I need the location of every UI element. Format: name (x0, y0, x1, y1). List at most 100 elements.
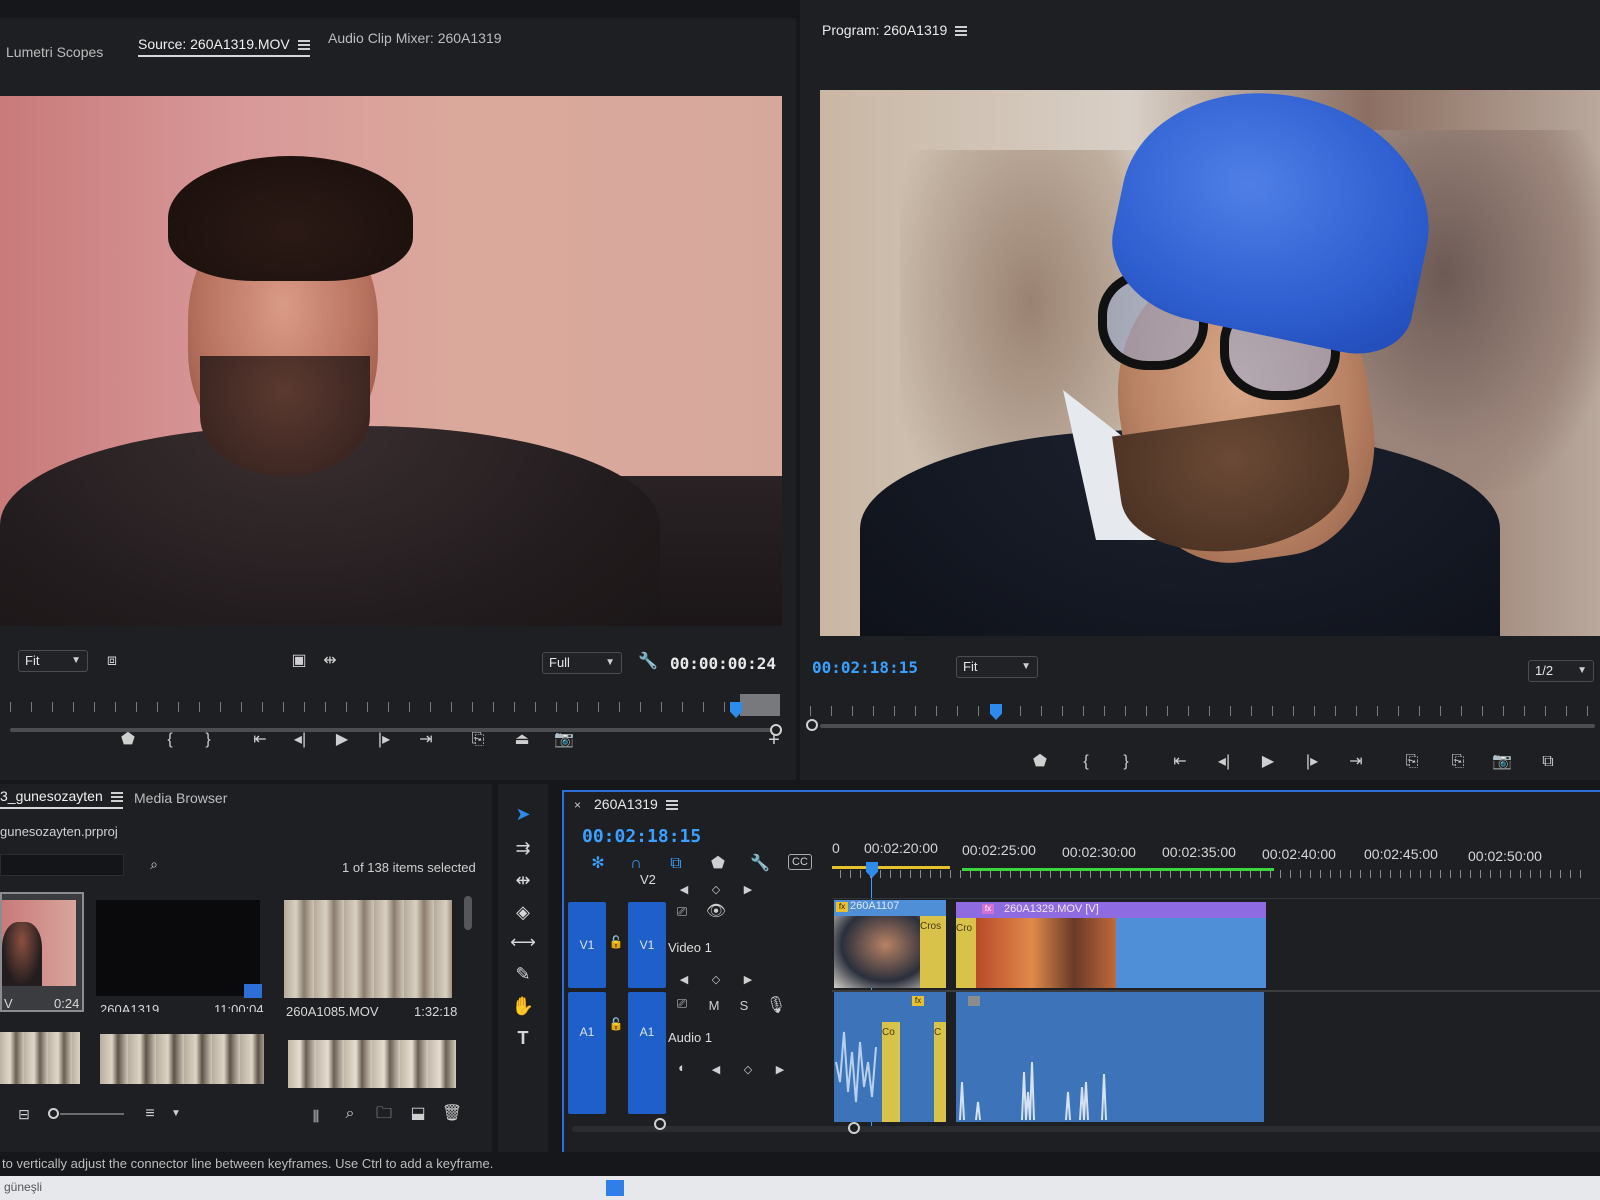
chevron-down-icon[interactable]: ▼ (164, 1104, 188, 1124)
media-thumbnail-3[interactable]: 260A1085.MOV 1:32:18 (282, 892, 462, 1018)
source-resolution-dropdown[interactable]: Full ▼ (542, 652, 622, 674)
close-sequence-icon[interactable]: × (574, 798, 581, 812)
mark-out-icon[interactable]: } (1114, 752, 1138, 772)
hamburger-menu-icon[interactable] (110, 792, 123, 803)
thumbnail-size-slider-handle[interactable] (48, 1108, 59, 1119)
voice-over-mic-icon[interactable]: 🎙 (764, 996, 788, 1016)
add-keyframe-icon[interactable]: ◇ (736, 1060, 760, 1080)
play-icon[interactable]: ▶ (1256, 752, 1280, 772)
project-vertical-scrollbar[interactable] (464, 896, 472, 930)
find-icon[interactable]: ⌕ (338, 1104, 362, 1124)
video-clip-260A1107[interactable]: fx 260A1107 Cros (834, 900, 946, 988)
export-frame-camera-icon[interactable]: 📷 (1490, 752, 1514, 772)
tab-project[interactable]: 3_gunesozayten (0, 788, 123, 809)
timeline-scroll-handle[interactable] (848, 1122, 860, 1134)
step-forward-icon[interactable]: |▸ (372, 730, 396, 750)
program-playhead[interactable] (990, 704, 1002, 720)
slip-tool-icon[interactable]: ⟷ (506, 932, 540, 953)
step-back-icon[interactable]: ◂| (1212, 752, 1236, 772)
media-thumbnail-2[interactable]: 260A1319 11:00:04 (94, 892, 268, 1012)
add-marker-icon[interactable]: ⬟ (1028, 752, 1052, 772)
tab-media-browser[interactable]: Media Browser (134, 790, 227, 806)
windows-start-icon[interactable] (606, 1180, 624, 1196)
type-tool-icon[interactable]: T (506, 1028, 540, 1049)
source-video-frame[interactable] (0, 96, 782, 626)
tab-program-monitor[interactable]: Program: 260A1319 (822, 22, 968, 38)
clear-trash-icon[interactable]: 🗑 (440, 1104, 464, 1124)
tab-audio-clip-mixer[interactable]: Audio Clip Mixer: 260A1319 (328, 30, 502, 46)
play-icon[interactable]: ▶ (330, 730, 354, 750)
add-marker-icon[interactable]: ⬟ (116, 730, 140, 750)
hand-tool-icon[interactable]: ✋ (506, 996, 540, 1017)
new-item-icon[interactable]: ⬓ (406, 1104, 430, 1124)
source-time-ruler[interactable] (10, 702, 770, 712)
timeline-timecode[interactable]: 00:02:18:15 (582, 826, 701, 847)
lift-icon[interactable]: ⎘ (1400, 752, 1424, 772)
hamburger-menu-icon[interactable] (955, 26, 968, 37)
go-to-in-icon[interactable]: ⇤ (248, 730, 272, 750)
prev-keyframe-icon[interactable]: ◀ (672, 970, 696, 990)
tab-lumetri-scopes[interactable]: Lumetri Scopes (6, 44, 103, 60)
safe-margins-icon[interactable]: ⧈ (100, 651, 124, 671)
overwrite-icon[interactable]: ⏏ (510, 730, 534, 750)
source-patch-a1[interactable]: A1 (568, 992, 606, 1114)
source-zoom-dropdown[interactable]: Fit ▼ (18, 650, 88, 672)
thumbnail-size-slider[interactable] (60, 1113, 124, 1115)
sort-icons-icon[interactable]: ≡ (138, 1104, 162, 1124)
solo-track-button[interactable]: S (732, 996, 756, 1016)
new-bin-folder-icon[interactable]: 🗀 (372, 1104, 396, 1124)
audio-transition[interactable]: Co (882, 1022, 900, 1122)
program-video-frame[interactable] (820, 90, 1600, 636)
media-thumbnail-5[interactable] (100, 1034, 264, 1084)
program-scroll-handle[interactable] (806, 719, 818, 731)
mute-track-button[interactable]: M (702, 996, 726, 1016)
taskbar-weather-text[interactable]: güneşli (4, 1180, 42, 1194)
track-select-tool-icon[interactable]: ⇉ (506, 838, 540, 859)
extract-icon[interactable]: ⎘ (1446, 752, 1470, 772)
pen-tool-icon[interactable]: ✎ (506, 964, 540, 985)
settings-wrench-icon[interactable]: 🔧 (636, 652, 660, 672)
list-view-icon[interactable]: ⊟ (12, 1104, 36, 1124)
mark-in-icon[interactable]: { (158, 730, 182, 750)
automate-to-sequence-icon[interactable]: ⫼ (304, 1106, 328, 1126)
export-frame-camera-icon[interactable]: 📷 (552, 730, 576, 750)
insert-icon[interactable]: ⎘ (466, 730, 490, 750)
video-clip-260A1329[interactable]: fx 260A1329.MOV [V] Cro (956, 902, 1266, 988)
captions-cc-icon[interactable]: CC (788, 854, 812, 870)
next-keyframe-icon[interactable]: ▶ (768, 1060, 792, 1080)
sync-lock-icon[interactable]: ⎚ (670, 902, 694, 922)
prev-keyframe-icon[interactable]: ◀ (704, 1060, 728, 1080)
next-keyframe-icon[interactable]: ▶ (736, 880, 760, 900)
selection-tool-arrow-icon[interactable]: ➤ (506, 804, 540, 825)
drag-audio-only-icon[interactable]: ⇹ (318, 651, 342, 671)
track-target-v1[interactable]: V1 (628, 902, 666, 988)
linked-selection-icon[interactable]: ⧉ (664, 854, 688, 874)
step-forward-icon[interactable]: |▸ (1300, 752, 1324, 772)
go-to-out-icon[interactable]: ⇥ (414, 730, 438, 750)
media-thumbnail-4[interactable] (0, 1032, 80, 1084)
audio-transition[interactable]: C (934, 1022, 946, 1122)
tab-source-monitor[interactable]: Source: 260A1319.MOV (138, 36, 310, 57)
source-patch-v1[interactable]: V1 (568, 902, 606, 988)
program-resolution-dropdown[interactable]: 1/2 ▼ (1528, 660, 1594, 682)
go-to-in-icon[interactable]: ⇤ (1168, 752, 1192, 772)
track-height-zoom-handle[interactable] (654, 1118, 666, 1130)
program-zoom-dropdown[interactable]: Fit ▼ (956, 656, 1038, 678)
audio-clip-2[interactable] (956, 992, 1264, 1122)
mark-in-icon[interactable]: { (1074, 752, 1098, 772)
comparison-view-icon[interactable]: ⧉ (1536, 752, 1560, 772)
ripple-edit-tool-icon[interactable]: ⇹ (506, 870, 540, 891)
timeline-ruler-ticks[interactable] (840, 870, 1590, 878)
add-keyframe-icon[interactable]: ◇ (704, 970, 728, 990)
track-lock-icon[interactable]: 🔓 (604, 932, 628, 952)
hamburger-menu-icon[interactable] (297, 40, 310, 51)
add-keyframe-icon[interactable]: ◇ (704, 880, 728, 900)
snap-magnet-icon[interactable]: ∩ (624, 854, 648, 874)
add-marker-icon[interactable]: ⬟ (706, 854, 730, 874)
go-to-out-icon[interactable]: ⇥ (1344, 752, 1368, 772)
project-search-input[interactable] (0, 854, 124, 876)
button-editor-plus-icon[interactable]: + (762, 730, 786, 750)
next-keyframe-icon[interactable]: ▶ (736, 970, 760, 990)
program-time-ruler[interactable] (810, 706, 1590, 716)
tab-sequence[interactable]: 260A1319 (594, 796, 678, 812)
